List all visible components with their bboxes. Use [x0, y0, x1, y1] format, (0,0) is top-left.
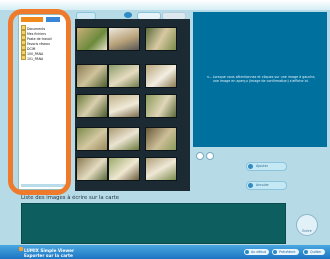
- thumbnail[interactable]: [108, 157, 140, 181]
- add-button[interactable]: Ajouter: [246, 162, 287, 171]
- thumbnail[interactable]: [145, 127, 177, 151]
- write-button[interactable]: Ecrire: [296, 214, 318, 236]
- thumbnail[interactable]: [145, 157, 177, 181]
- thumbnail[interactable]: [108, 27, 140, 51]
- thumbnail[interactable]: [108, 127, 140, 151]
- write-list-area[interactable]: [21, 203, 286, 244]
- thumbnail-grid[interactable]: [75, 19, 190, 191]
- thumbnail[interactable]: [76, 157, 108, 181]
- refresh-icon[interactable]: [124, 12, 132, 18]
- thumbnail[interactable]: [76, 94, 108, 118]
- remove-icon: [248, 182, 253, 188]
- preview-message: <-- Lorsque vous sélectionnez et cliquez…: [206, 75, 316, 84]
- thumbnail[interactable]: [145, 27, 177, 51]
- tree-highlight-frame: [8, 9, 71, 195]
- brand-subtitle: Exporter sur la carte: [24, 253, 73, 258]
- exit-icon: [304, 250, 308, 254]
- prev-image-icon[interactable]: [196, 152, 204, 160]
- back-icon: [273, 250, 277, 254]
- back-button[interactable]: Précédent: [272, 249, 299, 255]
- thumbnail[interactable]: [145, 64, 177, 88]
- next-image-icon[interactable]: [206, 152, 214, 160]
- preview-panel: <-- Lorsque vous sélectionnez et cliquez…: [193, 12, 327, 147]
- thumbnail[interactable]: [108, 94, 140, 118]
- thumbnail[interactable]: [76, 127, 108, 151]
- home-icon: [245, 250, 249, 254]
- lumix-logo-icon: [19, 247, 23, 251]
- add-icon: [248, 163, 253, 169]
- thumbnail[interactable]: [108, 64, 140, 88]
- thumbnail[interactable]: [76, 27, 108, 51]
- bottom-bar: LUMIX Simple Viewer Exporter sur la cart…: [0, 245, 330, 259]
- remove-button[interactable]: Annuler: [246, 181, 287, 190]
- write-list-title: Liste des images à écrire sur la carte: [21, 195, 120, 201]
- exit-button[interactable]: Quitter: [303, 249, 325, 255]
- home-button[interactable]: Au début: [244, 249, 269, 255]
- thumbnail[interactable]: [76, 64, 108, 88]
- thumbnail[interactable]: [145, 94, 177, 118]
